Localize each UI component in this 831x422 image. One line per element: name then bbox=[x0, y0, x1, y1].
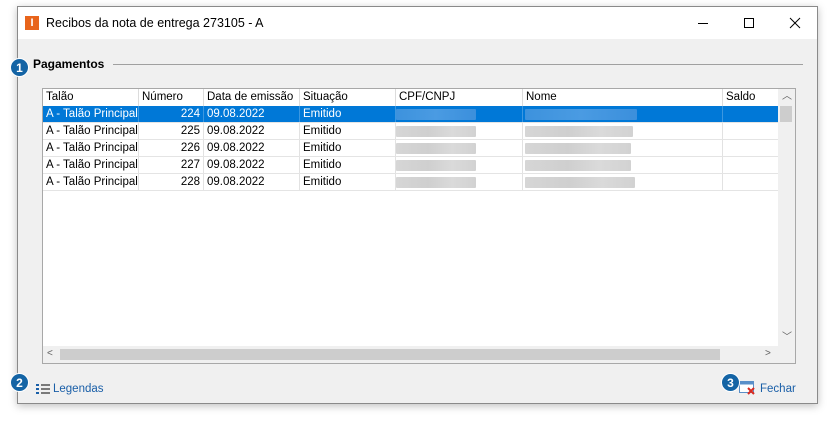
table-row[interactable]: A - Talão Principal 224 09.08.2022 Emiti… bbox=[43, 106, 778, 123]
cell-situacao: Emitido bbox=[300, 157, 396, 173]
title-bar[interactable]: I Recibos da nota de entrega 273105 - A bbox=[18, 7, 817, 39]
horizontal-scroll-thumb[interactable] bbox=[60, 349, 720, 360]
cell-nome bbox=[523, 140, 723, 156]
cell-nome bbox=[523, 174, 723, 190]
cell-saldo bbox=[723, 157, 778, 173]
scroll-right-icon[interactable]: > bbox=[765, 349, 771, 359]
redacted-block bbox=[525, 143, 631, 154]
redacted-block bbox=[525, 160, 631, 171]
minimize-icon bbox=[698, 23, 708, 24]
cell-numero: 227 bbox=[139, 157, 204, 173]
cell-saldo bbox=[723, 140, 778, 156]
cell-talao: A - Talão Principal bbox=[43, 123, 139, 139]
cell-saldo bbox=[723, 174, 778, 190]
scroll-down-icon[interactable]: ﹀ bbox=[782, 333, 792, 343]
cell-talao: A - Talão Principal bbox=[43, 106, 139, 122]
redacted-block bbox=[396, 143, 476, 154]
cell-data-emissao: 09.08.2022 bbox=[204, 140, 300, 156]
cell-cpf-cnpj bbox=[396, 140, 523, 156]
cell-cpf-cnpj bbox=[396, 106, 523, 122]
cell-numero: 225 bbox=[139, 123, 204, 139]
column-header-talao[interactable]: Talão bbox=[43, 89, 139, 106]
column-header-situacao[interactable]: Situação bbox=[300, 89, 396, 106]
cell-data-emissao: 09.08.2022 bbox=[204, 157, 300, 173]
vertical-scrollbar[interactable]: ︿ ﹀ bbox=[778, 89, 795, 347]
cell-numero: 226 bbox=[139, 140, 204, 156]
close-window-button[interactable] bbox=[772, 7, 818, 39]
legend-icon[interactable] bbox=[36, 383, 50, 398]
column-header-saldo[interactable]: Saldo bbox=[723, 89, 778, 106]
cell-nome bbox=[523, 106, 723, 122]
maximize-icon bbox=[744, 18, 754, 28]
cell-situacao: Emitido bbox=[300, 140, 396, 156]
maximize-button[interactable] bbox=[726, 7, 772, 39]
column-header-numero[interactable]: Número bbox=[139, 89, 204, 106]
cell-talao: A - Talão Principal bbox=[43, 157, 139, 173]
cell-numero: 228 bbox=[139, 174, 204, 190]
redacted-block bbox=[396, 126, 476, 137]
annotation-badge-3: 3 bbox=[721, 373, 740, 392]
redacted-block bbox=[396, 109, 476, 120]
redacted-block bbox=[525, 126, 633, 137]
column-header-nome[interactable]: Nome bbox=[523, 89, 723, 106]
group-divider bbox=[113, 64, 803, 65]
table-row[interactable]: A - Talão Principal 226 09.08.2022 Emiti… bbox=[43, 140, 778, 157]
minimize-button[interactable] bbox=[680, 7, 726, 39]
cell-situacao: Emitido bbox=[300, 123, 396, 139]
cell-cpf-cnpj bbox=[396, 174, 523, 190]
cell-nome bbox=[523, 123, 723, 139]
close-icon bbox=[789, 17, 801, 29]
cell-talao: A - Talão Principal bbox=[43, 174, 139, 190]
group-title-pagamentos: Pagamentos bbox=[33, 57, 105, 71]
cell-data-emissao: 09.08.2022 bbox=[204, 123, 300, 139]
legend-link[interactable]: Legendas bbox=[53, 383, 104, 395]
window-title: Recibos da nota de entrega 273105 - A bbox=[46, 16, 264, 30]
redacted-block bbox=[396, 177, 476, 188]
cell-cpf-cnpj bbox=[396, 157, 523, 173]
cell-nome bbox=[523, 157, 723, 173]
dialog-content: Pagamentos Talão Número Data de emissão … bbox=[23, 43, 810, 399]
column-header-data-emissao[interactable]: Data de emissão bbox=[204, 89, 300, 106]
app-logo-icon: I bbox=[25, 16, 39, 30]
cell-data-emissao: 09.08.2022 bbox=[204, 174, 300, 190]
cell-cpf-cnpj bbox=[396, 123, 523, 139]
cell-saldo bbox=[723, 106, 778, 122]
payments-grid[interactable]: Talão Número Data de emissão Situação CP… bbox=[42, 88, 796, 364]
cell-talao: A - Talão Principal bbox=[43, 140, 139, 156]
vertical-scroll-thumb[interactable] bbox=[780, 106, 792, 122]
table-row[interactable]: A - Talão Principal 225 09.08.2022 Emiti… bbox=[43, 123, 778, 140]
annotation-badge-1: 1 bbox=[10, 58, 29, 77]
dialog-window: I Recibos da nota de entrega 273105 - A … bbox=[17, 6, 818, 404]
redacted-block bbox=[396, 160, 476, 171]
scroll-left-icon[interactable]: < bbox=[47, 349, 53, 359]
cell-saldo bbox=[723, 123, 778, 139]
redacted-block bbox=[525, 177, 635, 188]
cell-situacao: Emitido bbox=[300, 174, 396, 190]
cell-numero: 224 bbox=[139, 106, 204, 122]
redacted-block bbox=[525, 109, 637, 120]
annotation-badge-2: 2 bbox=[10, 373, 29, 392]
scrollbar-corner bbox=[778, 346, 795, 363]
horizontal-scrollbar[interactable]: < > bbox=[43, 346, 778, 363]
grid-header: Talão Número Data de emissão Situação CP… bbox=[43, 89, 778, 107]
table-row[interactable]: A - Talão Principal 227 09.08.2022 Emiti… bbox=[43, 157, 778, 174]
column-header-cpf-cnpj[interactable]: CPF/CNPJ bbox=[396, 89, 523, 106]
cell-data-emissao: 09.08.2022 bbox=[204, 106, 300, 122]
scroll-up-icon[interactable]: ︿ bbox=[782, 92, 792, 102]
close-window-icon[interactable] bbox=[739, 380, 756, 399]
table-row[interactable]: A - Talão Principal 228 09.08.2022 Emiti… bbox=[43, 174, 778, 191]
cell-situacao: Emitido bbox=[300, 106, 396, 122]
close-button[interactable]: Fechar bbox=[760, 383, 796, 395]
